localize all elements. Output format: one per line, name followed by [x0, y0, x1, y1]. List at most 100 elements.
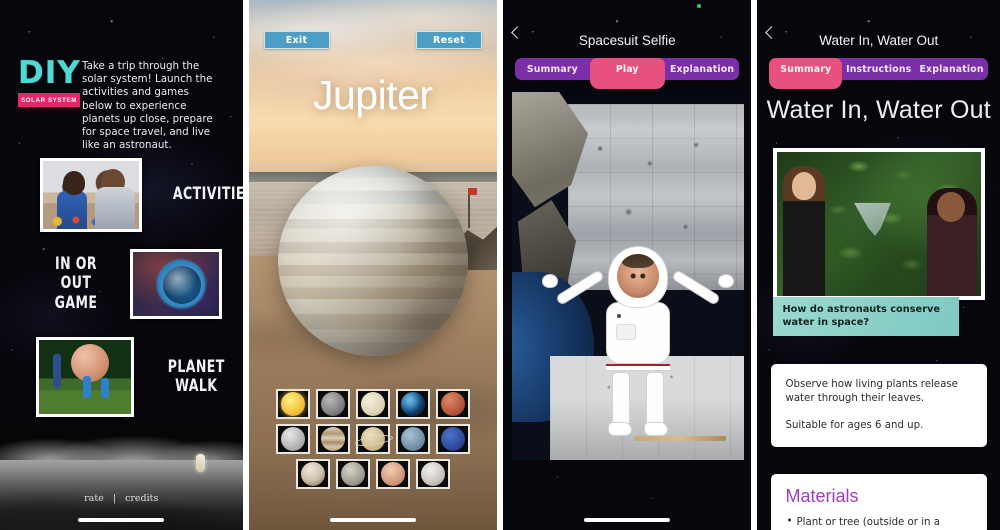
activity-photo-frame	[773, 148, 986, 300]
activities-photo-frame	[40, 158, 142, 232]
tab-bar: Summary Play Explanation	[515, 58, 740, 89]
planet-picker-row-1	[270, 389, 476, 419]
planet-option-europa[interactable]	[415, 459, 450, 489]
jupiter-shading	[277, 166, 468, 356]
nav-item-planet-walk-label: PLANET WALK	[167, 356, 225, 396]
home-indicator-bar[interactable]	[584, 518, 671, 522]
reset-button[interactable]: Reset	[416, 31, 482, 49]
tab-explanation[interactable]: Explanation	[915, 58, 989, 80]
summary-paragraph-2: Suitable for ages 6 and up.	[785, 420, 924, 432]
planet-option-pluto[interactable]	[295, 459, 330, 489]
panel-diy-home: DIY SOLAR SYSTEM Take a trip through the…	[0, 0, 243, 530]
planet-option-uranus[interactable]	[395, 424, 430, 454]
planet-option-ceres[interactable]	[335, 459, 370, 489]
page-title: Water In, Water Out	[819, 33, 939, 48]
jupiter-3d-model[interactable]	[277, 166, 468, 356]
nav-label-line-2: GAME	[54, 292, 98, 313]
astronaut-chest-panel	[616, 324, 636, 340]
astronaut-cutout[interactable]	[542, 246, 734, 440]
planet-picker-row-3	[270, 459, 476, 489]
question-callout: How do astronauts conserve water in spac…	[773, 297, 960, 337]
planet-option-saturn[interactable]	[355, 424, 390, 454]
uranus-icon	[400, 427, 425, 451]
planet-option-jupiter[interactable]	[315, 424, 350, 454]
europa-icon	[420, 462, 445, 486]
mars-icon	[440, 392, 465, 416]
activity-photo	[777, 152, 982, 296]
footer-links: rate | credits	[0, 493, 243, 504]
moon-astronaut-figure	[195, 454, 205, 472]
planet-option-io[interactable]	[375, 459, 410, 489]
nav-item-in-or-out-game-label: IN OR OUT GAME	[45, 255, 107, 312]
astronaut-hand-right	[718, 274, 734, 288]
activities-photo-person-child	[63, 171, 85, 195]
planet-walk-photo	[39, 340, 131, 414]
planet-option-sun[interactable]	[275, 389, 310, 419]
intro-paragraph: Take a trip through the solar system! La…	[82, 60, 213, 152]
panel-ar-planet-viewer: Exit Reset Jupiter	[248, 0, 497, 530]
rate-link[interactable]: rate	[84, 493, 104, 504]
sun-icon	[280, 392, 305, 416]
diy-logo-badge: SOLAR SYSTEM	[18, 93, 80, 107]
tab-instructions[interactable]: Instructions	[842, 58, 916, 80]
planet-option-mars[interactable]	[435, 389, 470, 419]
screenshot-strip: DIY SOLAR SYSTEM Take a trip through the…	[0, 0, 1000, 530]
tab-explanation[interactable]: Explanation	[664, 58, 740, 80]
materials-heading: Materials	[785, 486, 859, 506]
astronaut-hand-left	[542, 274, 558, 288]
home-indicator-bar[interactable]	[78, 518, 165, 522]
nav-bar: Spacesuit Selfie	[503, 0, 751, 56]
nav-bar: Water In, Water Out	[757, 0, 1000, 56]
iss-spacewalk-photo[interactable]	[512, 88, 744, 460]
nav-item-planet-walk[interactable]: PLANET WALK	[36, 337, 243, 417]
materials-card: Materials Plant or tree (outside or in a…	[771, 474, 988, 530]
activity-heading: Water In, Water Out	[766, 96, 991, 124]
tab-play[interactable]: Play	[589, 58, 665, 89]
moon-surface-photo	[0, 426, 243, 530]
planet-option-venus[interactable]	[355, 389, 390, 419]
footer-separator: |	[112, 493, 117, 504]
home-indicator-bar[interactable]	[329, 518, 416, 522]
in-or-out-photo-frame	[130, 249, 222, 319]
in-or-out-earth-photo	[133, 252, 219, 316]
astronaut-boot-left	[608, 422, 632, 436]
exit-button[interactable]: Exit	[263, 31, 330, 49]
planet-walk-photo-child-1	[83, 376, 91, 398]
page-title: Spacesuit Selfie	[578, 33, 676, 48]
astronaut-suit-button	[617, 314, 621, 318]
summary-card: Observe how living plants release water …	[771, 364, 988, 448]
pluto-icon	[300, 462, 325, 486]
nav-item-in-or-out-game[interactable]: IN OR OUT GAME	[38, 249, 222, 319]
saturn-icon	[360, 427, 385, 451]
diy-logo-word: DIY	[18, 55, 81, 91]
planet-option-earth[interactable]	[395, 389, 430, 419]
nav-item-activities[interactable]: ACTIVITIES	[40, 158, 243, 232]
activities-photo-craft-items	[49, 213, 133, 227]
planet-title: Jupiter	[312, 72, 433, 118]
moon-icon	[280, 427, 305, 451]
planet-walk-photo-frame	[36, 337, 134, 417]
credits-link[interactable]: credits	[125, 493, 158, 504]
ar-red-flag	[468, 188, 477, 195]
planet-option-moon[interactable]	[275, 424, 310, 454]
io-icon	[380, 462, 405, 486]
planet-picker-grid	[270, 389, 476, 494]
panel-water-in-water-out: Water In, Water Out Summary Instructions…	[757, 0, 1000, 530]
tab-summary[interactable]: Summary	[769, 58, 843, 89]
activity-photo-student-left	[783, 166, 826, 296]
astronaut-face-photo	[617, 254, 659, 298]
planet-walk-photo-child-2	[101, 378, 109, 398]
jupiter-icon	[320, 427, 345, 451]
tab-summary[interactable]: Summary	[515, 58, 590, 80]
mercury-icon	[320, 392, 345, 416]
planet-option-neptune[interactable]	[435, 424, 470, 454]
astronaut-boot-right	[644, 422, 668, 436]
summary-paragraph-1: Observe how living plants release water …	[785, 379, 958, 404]
nav-item-activities-label: ACTIVITIES	[172, 184, 243, 205]
panel-spacesuit-selfie: Spacesuit Selfie Summary Play Explanatio…	[503, 0, 752, 530]
activities-photo	[43, 161, 139, 229]
planet-option-mercury[interactable]	[315, 389, 350, 419]
planet-picker-row-2	[270, 424, 476, 454]
diy-logo: DIY SOLAR SYSTEM	[18, 58, 80, 107]
neptune-icon	[440, 427, 465, 451]
